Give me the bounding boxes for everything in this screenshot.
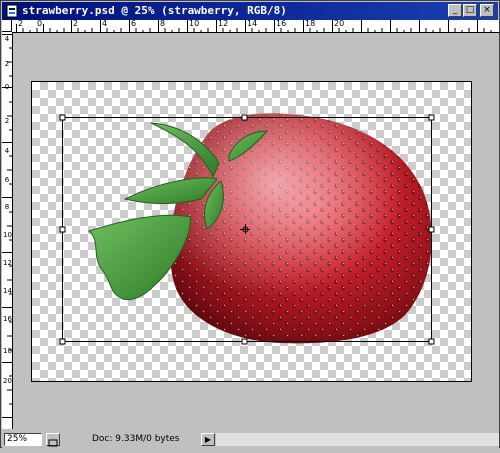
- ruler-v-label: 2: [4, 60, 10, 68]
- ruler-vertical[interactable]: 4 2 0 2 4 6 8 10 12 14 16 18 20: [2, 32, 13, 429]
- title-bar[interactable]: strawberry.psd @ 25% (strawberry, RGB/8)…: [2, 2, 498, 20]
- ruler-v-label: 10: [3, 231, 12, 239]
- ruler-horizontal[interactable]: 2 0 2 4 6 8 10 12 14 16 18 20: [12, 20, 499, 33]
- ruler-origin[interactable]: [2, 20, 12, 32]
- ruler-h-label: 8: [160, 20, 166, 28]
- ruler-h-label: 12: [218, 20, 229, 28]
- document-window: strawberry.psd @ 25% (strawberry, RGB/8)…: [0, 0, 500, 448]
- ruler-v-label: 12: [3, 259, 12, 267]
- status-menu-button[interactable]: ▶: [201, 433, 215, 446]
- ruler-v-label: 2: [4, 117, 10, 125]
- ruler-v-label: 20: [3, 377, 12, 385]
- ruler-v-label: 4: [4, 35, 10, 43]
- close-button[interactable]: ×: [480, 4, 494, 17]
- doc-size-info: Doc: 9.33M/0 bytes: [92, 434, 180, 444]
- strawberry-layer[interactable]: [31, 81, 472, 382]
- document-icon: [6, 4, 18, 18]
- ruler-v-label: 14: [3, 287, 12, 295]
- maximize-icon: □: [465, 5, 475, 15]
- minimize-icon: _: [452, 5, 458, 15]
- ruler-v-label: 16: [3, 315, 12, 323]
- ruler-h-label: 2: [18, 20, 24, 28]
- ruler-h-label: 6: [131, 20, 137, 28]
- ruler-v-label: 6: [4, 176, 10, 184]
- minimize-button[interactable]: _: [448, 4, 462, 17]
- ruler-h-label: 10: [189, 20, 200, 28]
- status-arrow-icon: ▶: [204, 435, 212, 444]
- zoom-field[interactable]: 25%: [4, 433, 42, 446]
- horizontal-scrollbar[interactable]: [216, 433, 499, 446]
- canvas-area[interactable]: [13, 33, 499, 429]
- status-bar: 25% Doc: 9.33M/0 bytes ▶: [2, 431, 499, 448]
- close-icon: ×: [483, 5, 491, 15]
- window-title: strawberry.psd @ 25% (strawberry, RGB/8): [22, 4, 287, 17]
- ruler-h-label: 2: [73, 20, 79, 28]
- ruler-h-label: 18: [305, 20, 316, 28]
- leaf-top: [150, 122, 220, 179]
- document-canvas[interactable]: [31, 81, 472, 382]
- nav-icon: [48, 439, 58, 447]
- ruler-h-label: 4: [102, 20, 108, 28]
- ruler-h-label: 14: [247, 20, 258, 28]
- ruler-v-label: 8: [4, 203, 10, 211]
- ruler-h-label: 16: [276, 20, 287, 28]
- ruler-h-label: 0: [37, 20, 43, 28]
- maximize-button[interactable]: □: [463, 4, 477, 17]
- strawberry-highlight: [169, 113, 432, 344]
- ruler-v-label: 0: [4, 83, 10, 91]
- ruler-h-label: 20: [334, 20, 345, 28]
- ruler-v-label: 18: [3, 347, 12, 355]
- ruler-v-label: 4: [4, 147, 10, 155]
- nav-button[interactable]: [46, 433, 60, 447]
